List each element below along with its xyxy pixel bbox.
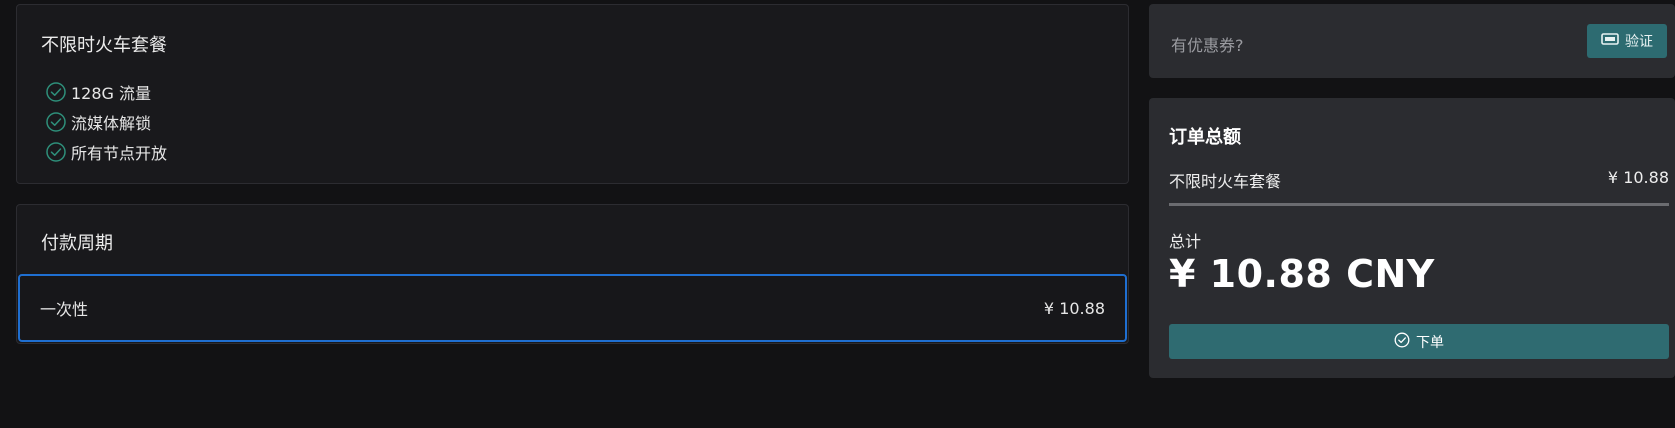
place-order-label: 下单 (1416, 334, 1444, 351)
check-circle-icon (45, 141, 67, 163)
plan-card: 不限时火车套餐 128G 流量 流媒体解锁 所有节点开放 (16, 4, 1129, 184)
check-circle-icon (45, 81, 67, 103)
total-label: 总计 (1169, 232, 1202, 251)
coupon-card: 有优惠券? 验证 (1149, 4, 1675, 78)
check-circle-icon (1394, 332, 1410, 352)
order-summary-card: 订单总额 不限时火车套餐 ¥ 10.88 总计 ¥ 10.88 CNY 下单 (1149, 98, 1675, 378)
billing-option-one-time[interactable]: 一次性 ¥ 10.88 (18, 274, 1127, 342)
summary-divider (1169, 203, 1669, 206)
plan-title: 不限时火车套餐 (41, 35, 167, 56)
billing-cycle-card: 付款周期 一次性 ¥ 10.88 (16, 204, 1129, 344)
verify-label: 验证 (1625, 34, 1653, 50)
ticket-icon (1601, 32, 1619, 50)
summary-item-name: 不限时火车套餐 (1169, 172, 1282, 191)
checkout-page: 不限时火车套餐 128G 流量 流媒体解锁 所有节点开放 付款周期 一次性 ¥ … (0, 0, 1675, 428)
feature-label: 128G 流量 (71, 84, 152, 103)
feature-item: 流媒体解锁 (45, 107, 167, 137)
summary-item-price: ¥ 10.88 (1607, 168, 1669, 187)
billing-cycle-title: 付款周期 (41, 233, 113, 254)
feature-list: 128G 流量 流媒体解锁 所有节点开放 (45, 77, 167, 167)
feature-item: 所有节点开放 (45, 137, 167, 167)
verify-coupon-button[interactable]: 验证 (1587, 24, 1667, 58)
coupon-label[interactable]: 有优惠券? (1171, 32, 1244, 56)
place-order-button[interactable]: 下单 (1169, 324, 1669, 359)
summary-title: 订单总额 (1169, 127, 1241, 148)
billing-option-label: 一次性 (40, 300, 89, 319)
total-amount: ¥ 10.88 CNY (1169, 252, 1435, 296)
feature-label: 所有节点开放 (71, 144, 168, 163)
billing-option-price: ¥ 10.88 (1043, 298, 1105, 318)
summary-line-item: 不限时火车套餐 ¥ 10.88 (1169, 168, 1669, 192)
check-circle-icon (45, 111, 67, 133)
feature-item: 128G 流量 (45, 77, 167, 107)
feature-label: 流媒体解锁 (71, 114, 152, 133)
